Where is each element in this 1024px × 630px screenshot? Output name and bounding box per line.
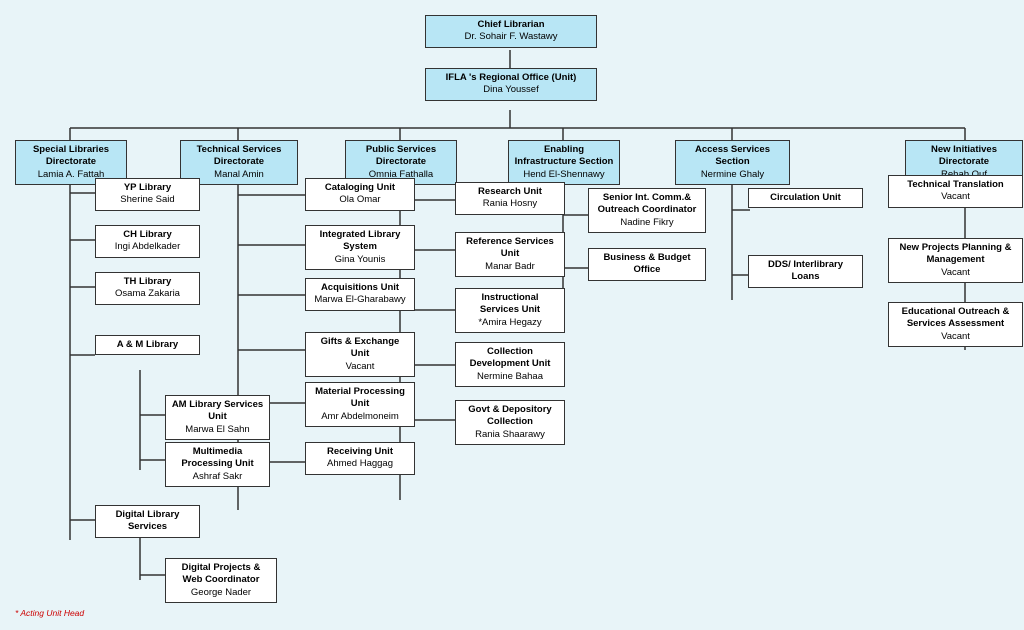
- ifla-title: IFLA 's Regional Office (Unit): [431, 72, 591, 84]
- acquisitions-node: Acquisitions Unit Marwa El-Gharabawy: [305, 278, 415, 311]
- am-services-name: Marwa El Sahn: [185, 424, 249, 435]
- new-projects-name: Vacant: [941, 267, 970, 278]
- footnote: * Acting Unit Head: [15, 608, 84, 618]
- ils-name: Gina Younis: [335, 254, 386, 265]
- reference-node: Reference Services Unit Manar Badr: [455, 232, 565, 277]
- multimedia-name: Ashraf Sakr: [193, 471, 243, 482]
- tech-translation-node: Technical Translation Vacant: [888, 175, 1023, 208]
- senior-coord-title: Senior Int. Comm.& Outreach Coordinator: [594, 192, 700, 217]
- govt-name: Rania Shaarawy: [475, 429, 545, 440]
- th-name: Osama Zakaria: [115, 288, 180, 299]
- cataloging-name: Ola Omar: [339, 194, 380, 205]
- gifts-title: Gifts & Exchange Unit: [311, 336, 409, 361]
- collection-name: Nermine Bahaa: [477, 371, 543, 382]
- collection-title: Collection Development Unit: [461, 346, 559, 371]
- chief-librarian-node: Chief Librarian Dr. Sohair F. Wastawy: [425, 15, 597, 48]
- govt-title: Govt & Depository Collection: [461, 404, 559, 429]
- material-name: Amr Abdelmoneim: [321, 411, 399, 422]
- am-services-node: AM Library Services Unit Marwa El Sahn: [165, 395, 270, 440]
- budget-title: Business & Budget Office: [594, 252, 700, 277]
- collection-node: Collection Development Unit Nermine Baha…: [455, 342, 565, 387]
- instructional-node: Instructional Services Unit *Amira Hegaz…: [455, 288, 565, 333]
- dds-node: DDS/ Interlibrary Loans: [748, 255, 863, 288]
- ch-name: Ingi Abdelkader: [115, 241, 181, 252]
- ch-library-node: CH Library Ingi Abdelkader: [95, 225, 200, 258]
- instructional-name: *Amira Hegazy: [478, 317, 541, 328]
- educational-name: Vacant: [941, 331, 970, 342]
- ils-node: Integrated Library System Gina Younis: [305, 225, 415, 270]
- circulation-node: Circulation Unit: [748, 188, 863, 208]
- educational-node: Educational Outreach & Services Assessme…: [888, 302, 1023, 347]
- reference-title: Reference Services Unit: [461, 236, 559, 261]
- receiving-title: Receiving Unit: [311, 446, 409, 458]
- receiving-node: Receiving Unit Ahmed Haggag: [305, 442, 415, 475]
- acquisitions-title: Acquisitions Unit: [311, 282, 409, 294]
- am-title: A & M Library: [101, 339, 194, 351]
- senior-coord-name: Nadine Fikry: [620, 217, 673, 228]
- enabling-name: Hend El-Shennawy: [523, 169, 604, 180]
- reference-name: Manar Badr: [485, 261, 535, 272]
- circulation-title: Circulation Unit: [754, 192, 857, 204]
- th-library-node: TH Library Osama Zakaria: [95, 272, 200, 305]
- ils-title: Integrated Library System: [311, 229, 409, 254]
- access-node: Access Services Section Nermine Ghaly: [675, 140, 790, 185]
- ifla-name: Dina Youssef: [483, 84, 538, 95]
- cataloging-title: Cataloging Unit: [311, 182, 409, 194]
- material-title: Material Processing Unit: [311, 386, 409, 411]
- new-projects-title: New Projects Planning & Management: [894, 242, 1017, 267]
- enabling-node: Enabling Infrastructure Section Hend El-…: [508, 140, 620, 185]
- access-title: Access Services Section: [681, 144, 784, 169]
- public-dir-title: Public Services Directorate: [351, 144, 451, 169]
- educational-title: Educational Outreach & Services Assessme…: [894, 306, 1017, 331]
- digital-projects-node: Digital Projects & Web Coordinator Georg…: [165, 558, 277, 603]
- yp-title: YP Library: [101, 182, 194, 194]
- senior-coord-node: Senior Int. Comm.& Outreach Coordinator …: [588, 188, 706, 233]
- acquisitions-name: Marwa El-Gharabawy: [314, 294, 405, 305]
- enabling-title: Enabling Infrastructure Section: [514, 144, 614, 169]
- gifts-name: Vacant: [346, 361, 375, 372]
- org-chart: Chief Librarian Dr. Sohair F. Wastawy IF…: [0, 0, 1024, 630]
- multimedia-title: Multimedia Processing Unit: [171, 446, 264, 471]
- digital-library-node: Digital Library Services: [95, 505, 200, 538]
- new-dir-title: New Initiatives Directorate: [911, 144, 1017, 169]
- material-node: Material Processing Unit Amr Abdelmoneim: [305, 382, 415, 427]
- gifts-node: Gifts & Exchange Unit Vacant: [305, 332, 415, 377]
- new-projects-node: New Projects Planning & Management Vacan…: [888, 238, 1023, 283]
- research-node: Research Unit Rania Hosny: [455, 182, 565, 215]
- am-library-node: A & M Library: [95, 335, 200, 355]
- tech-translation-title: Technical Translation: [894, 179, 1017, 191]
- yp-library-node: YP Library Sherine Said: [95, 178, 200, 211]
- tech-translation-name: Vacant: [941, 191, 970, 202]
- th-title: TH Library: [101, 276, 194, 288]
- am-services-title: AM Library Services Unit: [171, 399, 264, 424]
- budget-node: Business & Budget Office: [588, 248, 706, 281]
- digital-projects-name: George Nader: [191, 587, 251, 598]
- digital-projects-title: Digital Projects & Web Coordinator: [171, 562, 271, 587]
- chief-title: Chief Librarian: [431, 19, 591, 31]
- receiving-name: Ahmed Haggag: [327, 458, 393, 469]
- research-name: Rania Hosny: [483, 198, 537, 209]
- access-name: Nermine Ghaly: [701, 169, 764, 180]
- dds-title: DDS/ Interlibrary Loans: [754, 259, 857, 284]
- chief-name: Dr. Sohair F. Wastawy: [464, 31, 557, 42]
- yp-name: Sherine Said: [120, 194, 174, 205]
- govt-node: Govt & Depository Collection Rania Shaar…: [455, 400, 565, 445]
- cataloging-node: Cataloging Unit Ola Omar: [305, 178, 415, 211]
- ch-title: CH Library: [101, 229, 194, 241]
- ifla-node: IFLA 's Regional Office (Unit) Dina Yous…: [425, 68, 597, 101]
- special-dir-title: Special Libraries Directorate: [21, 144, 121, 169]
- instructional-title: Instructional Services Unit: [461, 292, 559, 317]
- digital-title: Digital Library Services: [101, 509, 194, 534]
- technical-dir-title: Technical Services Directorate: [186, 144, 292, 169]
- technical-dir-name: Manal Amin: [214, 169, 264, 180]
- multimedia-node: Multimedia Processing Unit Ashraf Sakr: [165, 442, 270, 487]
- chart-wrapper: Chief Librarian Dr. Sohair F. Wastawy IF…: [10, 10, 1014, 620]
- research-title: Research Unit: [461, 186, 559, 198]
